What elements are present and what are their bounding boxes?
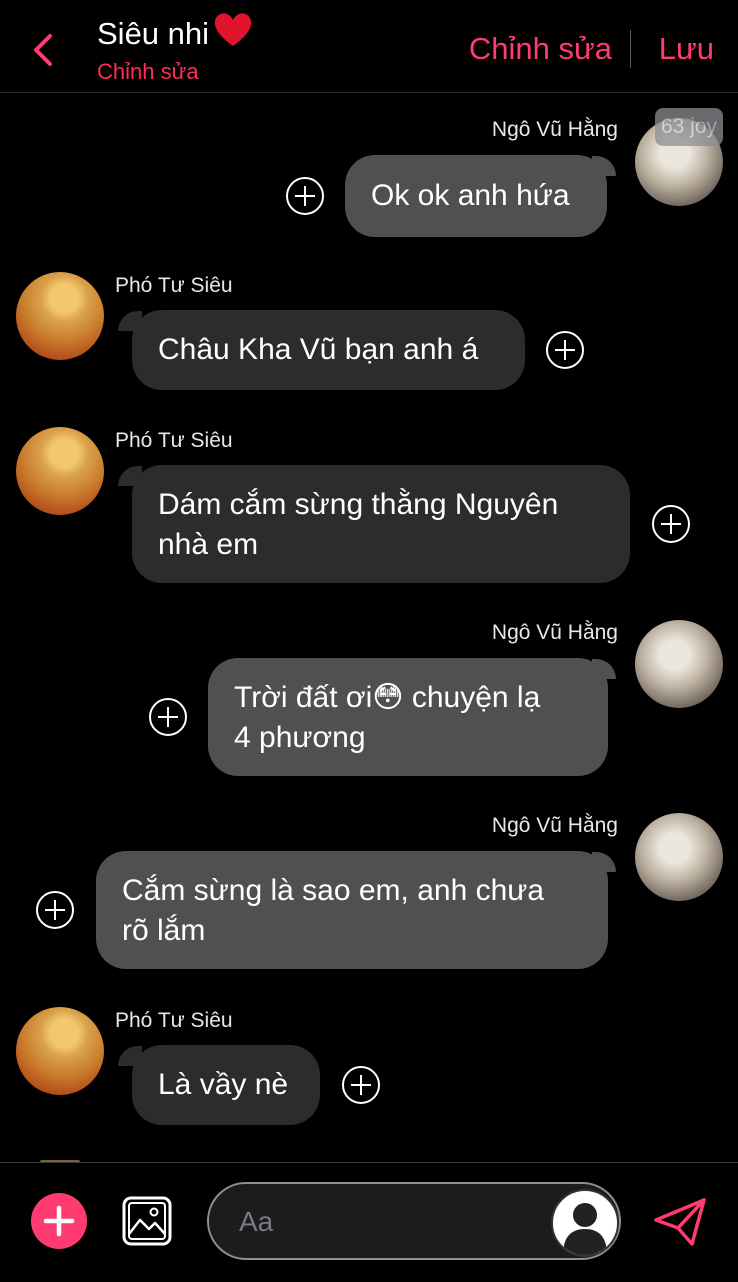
message-text: Cắm sừng là sao em, anh chưa [122,874,545,907]
heart-icon [214,13,252,46]
message-bubble[interactable]: Châu Kha Vũ bạn anh á [132,310,525,390]
add-reaction-icon[interactable] [285,176,325,216]
add-reaction-icon[interactable] [341,1065,381,1105]
message-bubble[interactable]: Dám cắm sừng thằng Nguyên nhà em [132,465,630,583]
message-input[interactable] [237,1184,541,1260]
header-divider [630,30,631,68]
message-text: nhà em [158,528,259,561]
add-reaction-icon[interactable] [148,697,188,737]
chat-title: Siêu nhi [97,12,253,52]
message-text: Trời đất ơi😳 chuyện lạ [234,681,541,714]
avatar[interactable] [16,1007,104,1095]
chat-subtitle[interactable]: Chỉnh sửa [97,59,199,85]
message-text: rõ lắm [122,914,206,947]
chat-header: Siêu nhi Chỉnh sửa Chỉnh sửa Lưu [0,0,738,93]
message-bubble[interactable]: Ok ok anh hứa [345,155,607,237]
message-text: Ok ok anh hứa [371,179,570,212]
message-bubble[interactable]: Là vầy nè [132,1045,320,1125]
add-reaction-icon[interactable] [545,330,585,370]
message-text: Là vầy nè [158,1068,289,1101]
message-bubble[interactable]: Cắm sừng là sao em, anh chưa rõ lắm [96,851,608,969]
avatar[interactable] [16,427,104,515]
save-button[interactable]: Lưu [659,31,714,67]
add-reaction-icon[interactable] [651,504,691,544]
add-reaction-icon[interactable] [35,890,75,930]
sender-name: Ngô Vũ Hằng [491,814,618,837]
avatar[interactable] [635,813,723,901]
sender-name: Ngô Vũ Hằng [491,118,618,141]
overlay-badge: 63 joy [655,108,723,146]
sender-name: Phó Tư Siêu [115,274,233,297]
message-text: 4 phương [234,721,366,754]
sender-name: Phó Tư Siêu [115,429,233,452]
avatar[interactable] [635,620,723,708]
message-bubble[interactable]: Trời đất ơi😳 chuyện lạ 4 phương [208,658,608,776]
avatar[interactable] [16,272,104,360]
chevron-left-icon[interactable] [30,30,60,70]
plus-icon [43,1205,75,1237]
image-icon[interactable] [122,1196,172,1246]
send-icon[interactable] [652,1196,708,1248]
message-text: Dám cắm sừng thằng Nguyên [158,488,559,521]
message-text: Châu Kha Vũ bạn anh á [158,333,479,366]
user-silhouette-icon[interactable] [551,1189,619,1257]
sender-name: Phó Tư Siêu [115,1009,233,1032]
add-button[interactable] [31,1193,87,1249]
sender-name: Ngô Vũ Hằng [491,621,618,644]
edit-button[interactable]: Chỉnh sửa [469,31,612,67]
